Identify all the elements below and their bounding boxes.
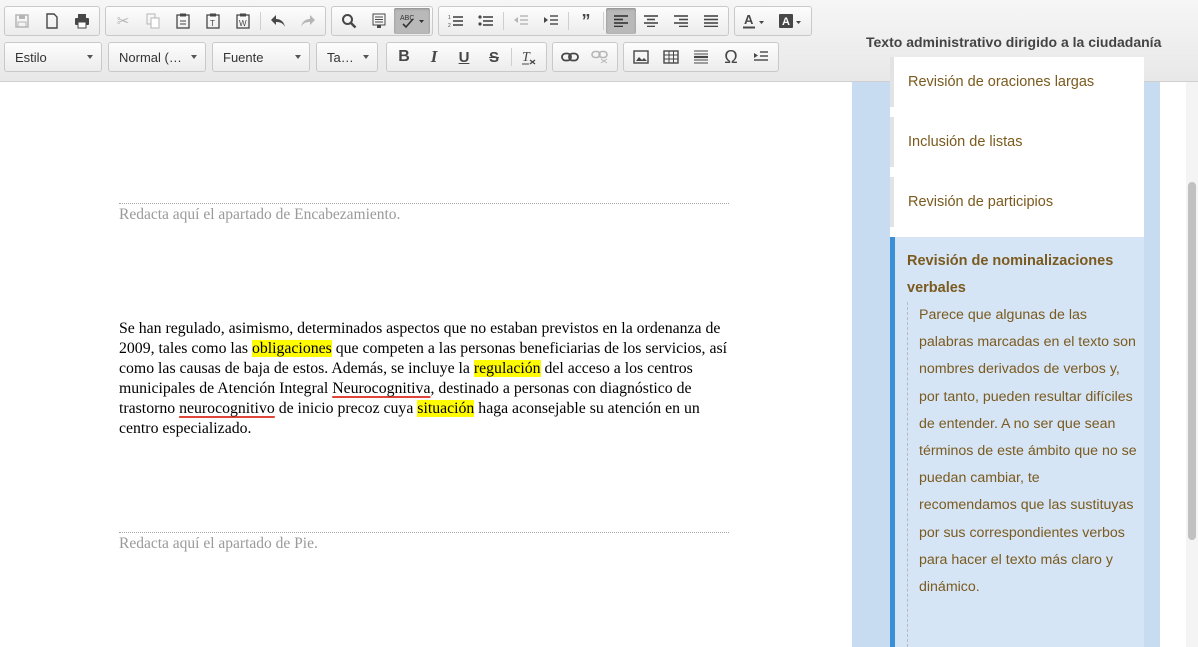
special-char-icon[interactable]: Ω bbox=[716, 44, 746, 70]
align-right-icon[interactable] bbox=[666, 8, 696, 34]
chevron-down-icon bbox=[295, 55, 301, 59]
style-combo[interactable]: Estilo bbox=[4, 42, 102, 72]
separator bbox=[503, 12, 504, 30]
font-combo[interactable]: Fuente bbox=[212, 42, 310, 72]
header-section-divider bbox=[119, 203, 729, 204]
toolbar: ✂ T W ABC 1 2 ” A A Estilo Normal (… Fue… bbox=[0, 0, 852, 82]
review-sidebar: Revisión de oraciones largas Inclusión d… bbox=[852, 57, 1198, 647]
chevron-down-icon bbox=[363, 55, 369, 59]
sidebar-item-label: Inclusión de listas bbox=[908, 134, 1023, 150]
expanded-item-description: Parece que algunas de las palabras marca… bbox=[907, 302, 1139, 647]
footer-placeholder[interactable]: Redacta aquí el apartado de Pie. bbox=[119, 535, 318, 553]
toolbar-row-2: Estilo Normal (… Fuente Ta… B I U S T Ω bbox=[4, 42, 784, 72]
body-paragraph[interactable]: Se han regulado, asimismo, determinados … bbox=[119, 319, 739, 439]
svg-text:A: A bbox=[744, 13, 754, 27]
svg-text:T: T bbox=[522, 50, 531, 65]
search-icon[interactable] bbox=[334, 8, 364, 34]
svg-text:A: A bbox=[782, 16, 790, 28]
misspelled-word[interactable]: Neurocognitiva bbox=[332, 380, 430, 397]
misspelled-word[interactable]: neurocognitivo bbox=[179, 400, 275, 417]
header-placeholder[interactable]: Redacta aquí el apartado de Encabezamien… bbox=[119, 206, 400, 224]
underline-icon[interactable]: U bbox=[449, 44, 479, 70]
tools-group: ABC bbox=[331, 6, 433, 36]
background-color-icon[interactable]: A bbox=[773, 8, 809, 34]
clipboard-group: ✂ T W bbox=[105, 6, 326, 36]
document-type-title: Texto administrativo dirigido a la ciuda… bbox=[866, 34, 1162, 50]
align-center-icon[interactable] bbox=[636, 8, 666, 34]
size-combo-label: Ta… bbox=[327, 49, 354, 65]
bulleted-list-icon[interactable] bbox=[471, 8, 501, 34]
document-group bbox=[4, 6, 100, 36]
style-combo-label: Estilo bbox=[15, 49, 47, 65]
paste-text-icon[interactable]: T bbox=[198, 8, 228, 34]
toolbar-row-1: ✂ T W ABC 1 2 ” A A bbox=[4, 6, 817, 36]
copy-icon[interactable] bbox=[138, 8, 168, 34]
undo-icon[interactable] bbox=[263, 8, 293, 34]
new-page-icon[interactable] bbox=[37, 8, 67, 34]
unlink-icon[interactable] bbox=[585, 44, 615, 70]
insert-group: Ω bbox=[623, 42, 779, 72]
editor-area[interactable]: Redacta aquí el apartado de Encabezamien… bbox=[0, 82, 852, 647]
svg-text:2: 2 bbox=[448, 23, 451, 28]
italic-icon[interactable]: I bbox=[419, 44, 449, 70]
sidebar-item-label: Revisión de oraciones largas bbox=[908, 74, 1095, 90]
separator bbox=[511, 48, 512, 66]
sidebar-item-lists[interactable]: Inclusión de listas bbox=[890, 117, 1144, 167]
image-icon[interactable] bbox=[626, 44, 656, 70]
table-icon[interactable] bbox=[656, 44, 686, 70]
blockquote-icon[interactable]: ” bbox=[571, 8, 601, 34]
sidebar-scrollbar[interactable] bbox=[1186, 82, 1198, 647]
scrollbar-thumb[interactable] bbox=[1188, 182, 1196, 540]
sidebar-item-nominalizations[interactable]: Revisión de nominalizaciones verbales Pa… bbox=[890, 237, 1144, 647]
outdent-icon[interactable] bbox=[506, 8, 536, 34]
link-icon[interactable] bbox=[555, 44, 585, 70]
font-combo-label: Fuente bbox=[223, 49, 264, 65]
justify-icon[interactable] bbox=[696, 8, 726, 34]
footer-section-divider bbox=[119, 532, 729, 533]
paste-icon[interactable] bbox=[168, 8, 198, 34]
save-icon[interactable] bbox=[7, 8, 37, 34]
svg-text:W: W bbox=[239, 19, 247, 28]
sidebar-item-long-sentences[interactable]: Revisión de oraciones largas bbox=[890, 57, 1144, 107]
chevron-down-icon bbox=[191, 55, 197, 59]
svg-text:T: T bbox=[210, 19, 215, 28]
cut-icon[interactable]: ✂ bbox=[108, 8, 138, 34]
body-text-segment: de inicio precoz cuya bbox=[274, 400, 418, 417]
redo-icon[interactable] bbox=[293, 8, 323, 34]
numbered-list-icon[interactable]: 12 bbox=[441, 8, 471, 34]
format-combo-label: Normal (… bbox=[119, 49, 182, 65]
size-combo[interactable]: Ta… bbox=[316, 42, 378, 72]
svg-text:1: 1 bbox=[448, 15, 451, 21]
expanded-item-title: Revisión de nominalizaciones verbales bbox=[907, 253, 1114, 296]
paragraph-group: 12 ” bbox=[438, 6, 729, 36]
highlighted-word[interactable]: obligaciones bbox=[251, 340, 332, 357]
align-left-icon[interactable] bbox=[606, 8, 636, 34]
separator bbox=[568, 12, 569, 30]
bold-icon[interactable]: B bbox=[389, 44, 419, 70]
horizontal-rule-icon[interactable] bbox=[686, 44, 716, 70]
strikethrough-icon[interactable]: S bbox=[479, 44, 509, 70]
templates-icon[interactable] bbox=[364, 8, 394, 34]
paste-word-icon[interactable]: W bbox=[228, 8, 258, 34]
outdent-block-icon[interactable] bbox=[746, 44, 776, 70]
separator bbox=[603, 12, 604, 30]
text-color-icon[interactable]: A bbox=[737, 8, 773, 34]
spellcheck-icon[interactable]: ABC bbox=[394, 8, 430, 34]
color-group: A A bbox=[734, 6, 812, 36]
remove-format-icon[interactable]: T bbox=[514, 44, 544, 70]
editor-window: ✂ T W ABC 1 2 ” A A Estilo Normal (… Fue… bbox=[0, 0, 1198, 647]
chevron-down-icon bbox=[87, 55, 93, 59]
format-combo[interactable]: Normal (… bbox=[108, 42, 206, 72]
sidebar-item-participles[interactable]: Revisión de participios bbox=[890, 177, 1144, 227]
highlighted-word[interactable]: regulación bbox=[473, 360, 541, 377]
highlighted-word[interactable]: situación bbox=[417, 400, 475, 417]
separator bbox=[260, 12, 261, 30]
links-group bbox=[552, 42, 618, 72]
sidebar-item-label: Revisión de participios bbox=[908, 194, 1054, 210]
indent-icon[interactable] bbox=[536, 8, 566, 34]
print-icon[interactable] bbox=[67, 8, 97, 34]
basic-styles-group: B I U S T bbox=[386, 42, 547, 72]
